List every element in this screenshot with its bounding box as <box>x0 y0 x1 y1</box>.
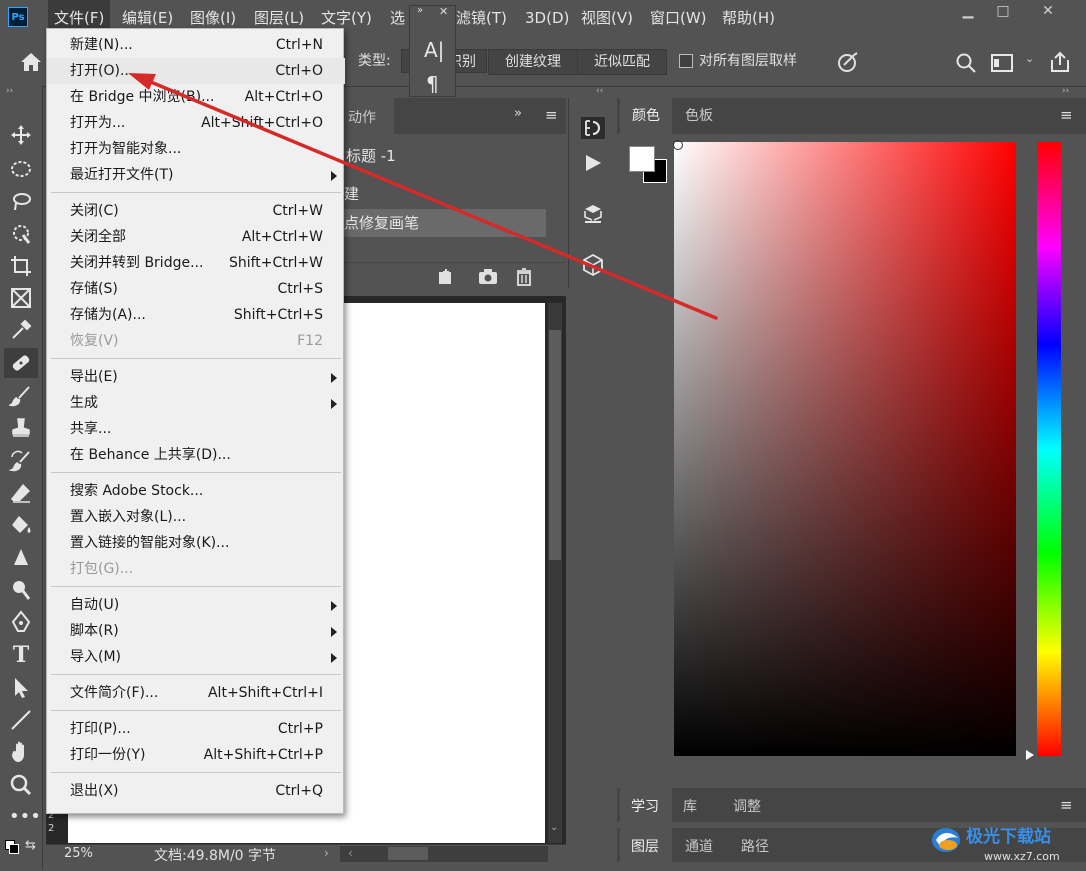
watermark-url: www.xz7.com <box>984 850 1060 863</box>
watermark-logo: 极光下载站 www.xz7.com <box>932 826 1060 863</box>
annotation-arrow <box>128 73 718 320</box>
watermark-text: 极光下载站 <box>966 826 1051 847</box>
